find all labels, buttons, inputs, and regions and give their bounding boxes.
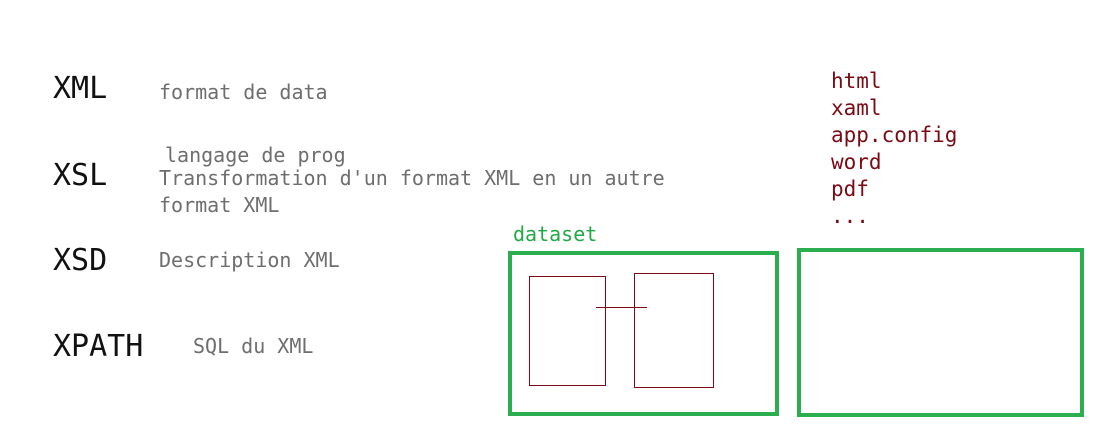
format-item-xaml: xaml <box>831 96 882 120</box>
term-xml: XML <box>53 71 108 106</box>
table-relation-line <box>596 307 647 308</box>
xsl-description-line-2: format XML <box>159 193 280 217</box>
format-item-app-config: app.config <box>831 123 958 147</box>
term-xsl: XSL <box>53 158 108 193</box>
format-item-ellipsis: ... <box>831 204 869 228</box>
term-xpath: XPATH <box>53 329 144 364</box>
term-xsd: XSD <box>53 243 108 278</box>
output-formats-list: html xaml app.config word pdf ... <box>831 68 957 230</box>
format-item-word: word <box>831 150 882 174</box>
format-item-pdf: pdf <box>831 177 869 201</box>
format-item-html: html <box>831 69 882 93</box>
xml-description: format de data <box>159 80 328 104</box>
xsl-description-line-1: Transformation d'un format XML en un aut… <box>159 166 665 190</box>
dataset-label: dataset <box>513 222 598 246</box>
xsd-description: Description XML <box>159 248 340 272</box>
output-box <box>797 248 1084 417</box>
dataset-table-right <box>634 273 714 388</box>
dataset-table-left <box>529 276 606 386</box>
xpath-description: SQL du XML <box>193 334 314 358</box>
